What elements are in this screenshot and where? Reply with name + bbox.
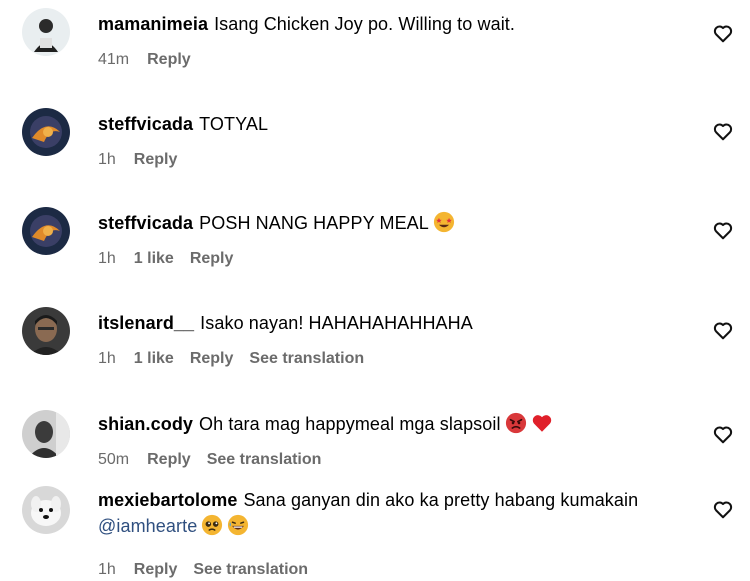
comment-text: Sana ganyan din ako ka pretty habang kum…: [243, 490, 639, 510]
comment-username[interactable]: mamanimeia: [98, 14, 208, 34]
grinning-sweat-emoji: [227, 514, 249, 536]
comment-text: POSH NANG HAPPY MEAL: [199, 213, 429, 233]
angry-face-emoji: [505, 412, 527, 434]
comment-text: Isang Chicken Joy po. Willing to wait.: [214, 14, 515, 34]
reply-button[interactable]: Reply: [134, 151, 178, 168]
comment-username[interactable]: itslenard__: [98, 313, 194, 333]
comment-text: TOTYAL: [199, 114, 269, 134]
see-translation-button[interactable]: See translation: [249, 350, 364, 367]
like-heart-icon[interactable]: [712, 219, 734, 241]
avatar[interactable]: [22, 486, 70, 534]
like-heart-icon[interactable]: [712, 22, 734, 44]
mention-link[interactable]: @iamhearte: [98, 516, 197, 536]
comment-username[interactable]: shian.cody: [98, 414, 193, 434]
comment-time: 50m: [98, 451, 130, 468]
comment-text: Oh tara mag happymeal mga slapsoil: [199, 414, 501, 434]
like-count[interactable]: 1 like: [134, 250, 174, 267]
reply-button[interactable]: Reply: [190, 350, 234, 367]
star-struck-emoji: [433, 211, 455, 233]
avatar[interactable]: [22, 8, 70, 56]
pleading-face-emoji: [201, 514, 223, 536]
like-heart-icon[interactable]: [712, 498, 734, 520]
see-translation-button[interactable]: See translation: [193, 561, 308, 578]
avatar[interactable]: [22, 207, 70, 255]
like-heart-icon[interactable]: [712, 319, 734, 341]
reply-button[interactable]: Reply: [190, 250, 234, 267]
reply-button[interactable]: Reply: [134, 561, 178, 578]
comment-time: 41m: [98, 51, 130, 68]
comment-text: Isako nayan! HAHAHAHAHHAHA: [200, 313, 473, 333]
comment-time: 1h: [98, 350, 116, 367]
avatar[interactable]: [22, 410, 70, 458]
like-heart-icon[interactable]: [712, 423, 734, 445]
comment-username[interactable]: steffvicada: [98, 213, 193, 233]
avatar[interactable]: [22, 108, 70, 156]
reply-button[interactable]: Reply: [147, 51, 191, 68]
comment-username[interactable]: steffvicada: [98, 114, 193, 134]
comment-time: 1h: [98, 561, 116, 578]
see-translation-button[interactable]: See translation: [207, 451, 322, 468]
like-count[interactable]: 1 like: [134, 350, 174, 367]
avatar[interactable]: [22, 307, 70, 355]
reply-button[interactable]: Reply: [147, 451, 191, 468]
comment-time: 1h: [98, 151, 116, 168]
comment-time: 1h: [98, 250, 116, 267]
comment-username[interactable]: mexiebartolome: [98, 490, 237, 510]
red-heart-emoji: [531, 412, 553, 434]
like-heart-icon[interactable]: [712, 120, 734, 142]
